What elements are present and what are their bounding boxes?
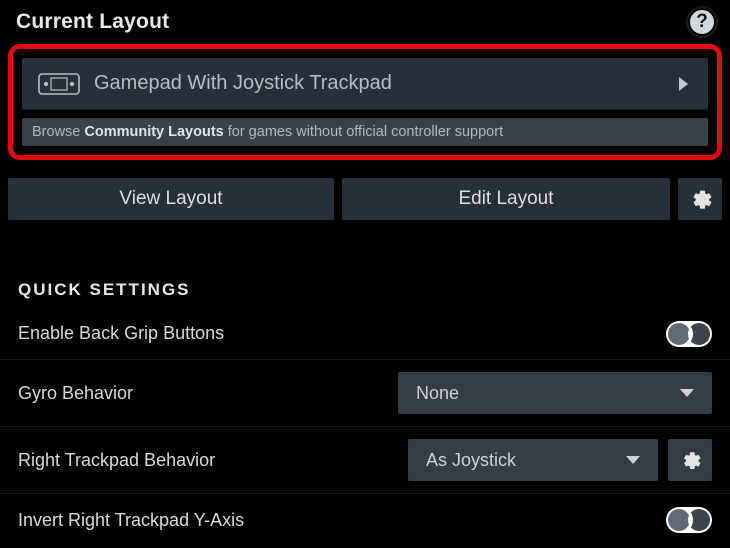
edit-layout-button[interactable]: Edit Layout [342,178,670,220]
chevron-right-icon [679,77,688,91]
setting-label: Gyro Behavior [18,383,388,404]
layout-settings-button[interactable] [678,178,722,220]
view-layout-button[interactable]: View Layout [8,178,334,220]
chevron-down-icon [680,389,694,397]
setting-label: Invert Right Trackpad Y-Axis [18,510,656,531]
community-suffix: for games without official controller su… [228,124,503,140]
right-trackpad-settings-button[interactable] [668,439,712,481]
invert-rt-toggle[interactable] [666,507,712,533]
setting-label: Enable Back Grip Buttons [18,323,656,344]
gear-icon [679,449,701,471]
current-layout-name: Gamepad With Joystick Trackpad [94,72,665,95]
community-layouts-row[interactable]: Browse Community Layouts for games witho… [22,118,708,146]
community-prefix: Browse [32,124,80,140]
setting-back-grip: Enable Back Grip Buttons [0,308,730,360]
setting-invert-rt: Invert Right Trackpad Y-Axis [0,494,730,546]
help-button[interactable]: ? [688,8,716,36]
right-trackpad-value: As Joystick [426,450,516,471]
right-trackpad-select[interactable]: As Joystick [408,439,658,481]
setting-gyro: Gyro Behavior None [0,360,730,427]
setting-label: Right Trackpad Behavior [18,450,398,471]
gear-icon [688,187,712,211]
gyro-behavior-value: None [416,383,459,404]
page-title: Current Layout [16,10,169,34]
community-bold: Community Layouts [84,124,223,140]
gyro-behavior-select[interactable]: None [398,372,712,414]
quick-settings-heading: QUICK SETTINGS [0,220,730,308]
setting-right-trackpad: Right Trackpad Behavior As Joystick [0,427,730,494]
chevron-down-icon [626,456,640,464]
back-grip-toggle[interactable] [666,321,712,347]
current-layout-row[interactable]: Gamepad With Joystick Trackpad [22,58,708,110]
steamdeck-icon [38,73,80,95]
current-layout-highlight: Gamepad With Joystick Trackpad Browse Co… [8,44,722,160]
